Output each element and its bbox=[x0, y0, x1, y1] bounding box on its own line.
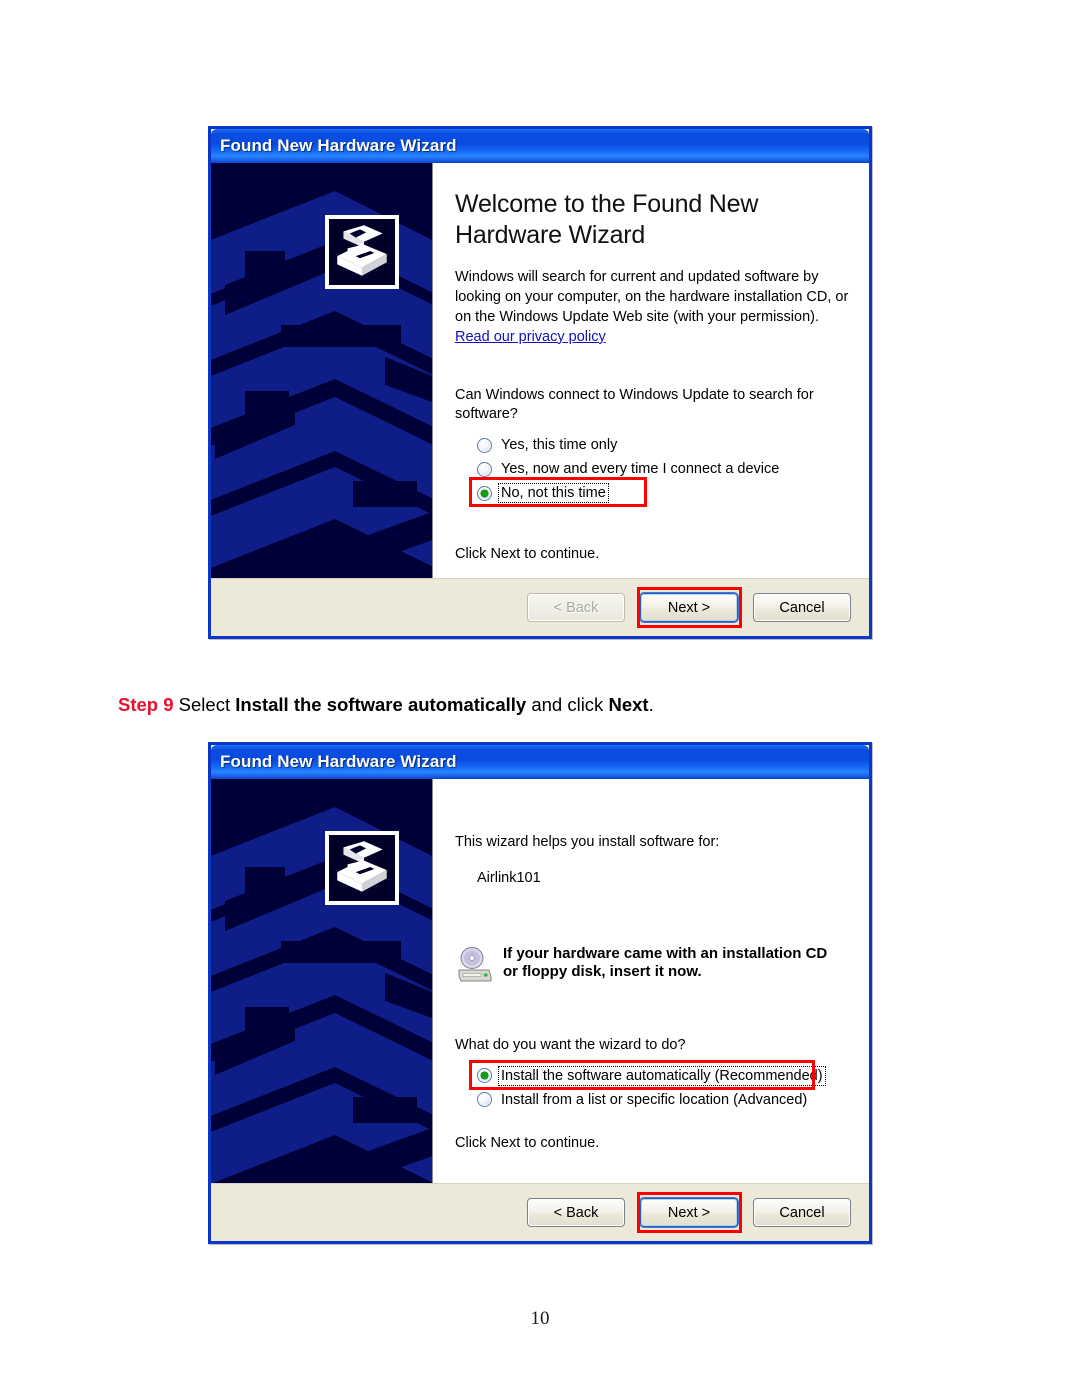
radio-icon-unchecked[interactable] bbox=[477, 461, 492, 477]
step-bold-1: Install the software automatically bbox=[235, 694, 527, 715]
next-button[interactable]: Next > bbox=[640, 1198, 738, 1227]
dialog2-footer-text: Click Next to continue. bbox=[455, 1134, 600, 1151]
step-caption: Step 9 Select Install the software autom… bbox=[118, 694, 654, 716]
radio-icon-checked[interactable] bbox=[477, 485, 492, 501]
cd-drive-icon bbox=[458, 946, 492, 982]
dialog2-radio-group: Install the software automatically (Reco… bbox=[469, 1059, 849, 1112]
hardware-card-glyph bbox=[329, 219, 395, 285]
radio-option-yes-this-time[interactable]: Yes, this time only bbox=[477, 433, 849, 457]
radio-icon-unchecked[interactable] bbox=[477, 437, 492, 453]
radio-option-no-not-this-time[interactable]: No, not this time bbox=[469, 477, 849, 508]
cancel-button-label: Cancel bbox=[779, 1204, 825, 1221]
radio-label[interactable]: Yes, now and every time I connect a devi… bbox=[499, 460, 781, 478]
wizard-hardware-icon bbox=[325, 831, 399, 905]
radio-icon-checked[interactable] bbox=[477, 1068, 492, 1084]
cancel-button-label: Cancel bbox=[779, 599, 825, 616]
wizard-hardware-icon bbox=[325, 215, 399, 289]
dialog2-titlebar[interactable]: Found New Hardware Wizard bbox=[211, 745, 869, 779]
radio-option-install-from-list[interactable]: Install from a list or specific location… bbox=[477, 1088, 849, 1112]
dialog1-paragraph: Windows will search for current and upda… bbox=[455, 269, 849, 325]
next-button-wrap: Next > bbox=[625, 587, 742, 628]
dialog1-watermark-panel bbox=[211, 163, 433, 578]
dialog2-footer: < Back Next > Cancel bbox=[211, 1183, 869, 1241]
radio-label[interactable]: Install from a list or specific location… bbox=[499, 1091, 809, 1109]
cd-notice-line-2: or floppy disk, insert it now. bbox=[503, 963, 702, 981]
back-button-label: < Back bbox=[553, 1204, 599, 1221]
radio-icon-unchecked[interactable] bbox=[477, 1092, 492, 1108]
dialog2-content: This wizard helps you install software f… bbox=[433, 779, 869, 1183]
back-button: < Back bbox=[527, 593, 625, 622]
dialog1-question: Can Windows connect to Windows Update to… bbox=[455, 386, 814, 423]
next-button-label: Next > bbox=[667, 1204, 711, 1221]
cancel-button[interactable]: Cancel bbox=[753, 1198, 851, 1227]
dialog1-body: Welcome to the Found New Hardware Wizard… bbox=[211, 163, 869, 578]
found-new-hardware-wizard-dialog-1: Found New Hardware Wizard Welcome to the… bbox=[208, 126, 872, 639]
hardware-card-glyph bbox=[329, 835, 395, 901]
privacy-policy-link[interactable]: Read our privacy policy bbox=[455, 329, 606, 345]
isometric-watermark-graphic bbox=[211, 191, 433, 575]
dialog2-cd-notice: If your hardware came with an installati… bbox=[455, 945, 849, 984]
dialog1-footer: < Back Next > Cancel bbox=[211, 578, 869, 636]
dialog1-titlebar[interactable]: Found New Hardware Wizard bbox=[211, 129, 869, 163]
dialog2-device-name: Airlink101 bbox=[477, 869, 541, 886]
step-bold-2: Next bbox=[608, 694, 649, 715]
dialog2-intro: This wizard helps you install software f… bbox=[455, 834, 720, 850]
next-button[interactable]: Next > bbox=[640, 593, 738, 622]
radio-option-install-automatically[interactable]: Install the software automatically (Reco… bbox=[469, 1059, 849, 1090]
found-new-hardware-wizard-dialog-2: Found New Hardware Wizard This wizard he… bbox=[208, 742, 872, 1244]
dialog1-title: Found New Hardware Wizard bbox=[220, 136, 457, 155]
dialog2-title: Found New Hardware Wizard bbox=[220, 752, 457, 771]
dialog1-footer-text: Click Next to continue. bbox=[455, 546, 600, 563]
cancel-button[interactable]: Cancel bbox=[753, 593, 851, 622]
dialog2-body: This wizard helps you install software f… bbox=[211, 779, 869, 1183]
step-text-2: and click bbox=[526, 694, 609, 715]
radio-label[interactable]: No, not this time bbox=[498, 483, 609, 504]
dialog1-radio-group: Yes, this time only Yes, now and every t… bbox=[469, 433, 849, 508]
back-button[interactable]: < Back bbox=[527, 1198, 625, 1227]
radio-label[interactable]: Install the software automatically (Reco… bbox=[498, 1065, 826, 1086]
isometric-watermark-graphic bbox=[211, 807, 433, 1183]
radio-option-yes-every-time[interactable]: Yes, now and every time I connect a devi… bbox=[477, 457, 849, 481]
cd-notice-line-1: If your hardware came with an installati… bbox=[503, 944, 828, 962]
next-button-wrap: Next > bbox=[625, 1192, 742, 1233]
page-number: 10 bbox=[530, 1308, 550, 1329]
step-text-3: . bbox=[648, 694, 654, 715]
dialog1-content: Welcome to the Found New Hardware Wizard… bbox=[433, 163, 869, 578]
step-number: Step 9 bbox=[118, 694, 174, 715]
radio-label[interactable]: Yes, this time only bbox=[499, 436, 619, 454]
dialog2-cd-notice-text: If your hardware came with an installati… bbox=[503, 945, 827, 982]
back-button-label: < Back bbox=[553, 599, 599, 616]
next-button-label: Next > bbox=[667, 599, 711, 616]
dialog1-heading: Welcome to the Found New Hardware Wizard bbox=[455, 190, 759, 249]
dialog2-watermark-panel bbox=[211, 779, 433, 1183]
dialog2-question: What do you want the wizard to do? bbox=[455, 1036, 686, 1053]
step-text-1: Select bbox=[173, 694, 236, 715]
